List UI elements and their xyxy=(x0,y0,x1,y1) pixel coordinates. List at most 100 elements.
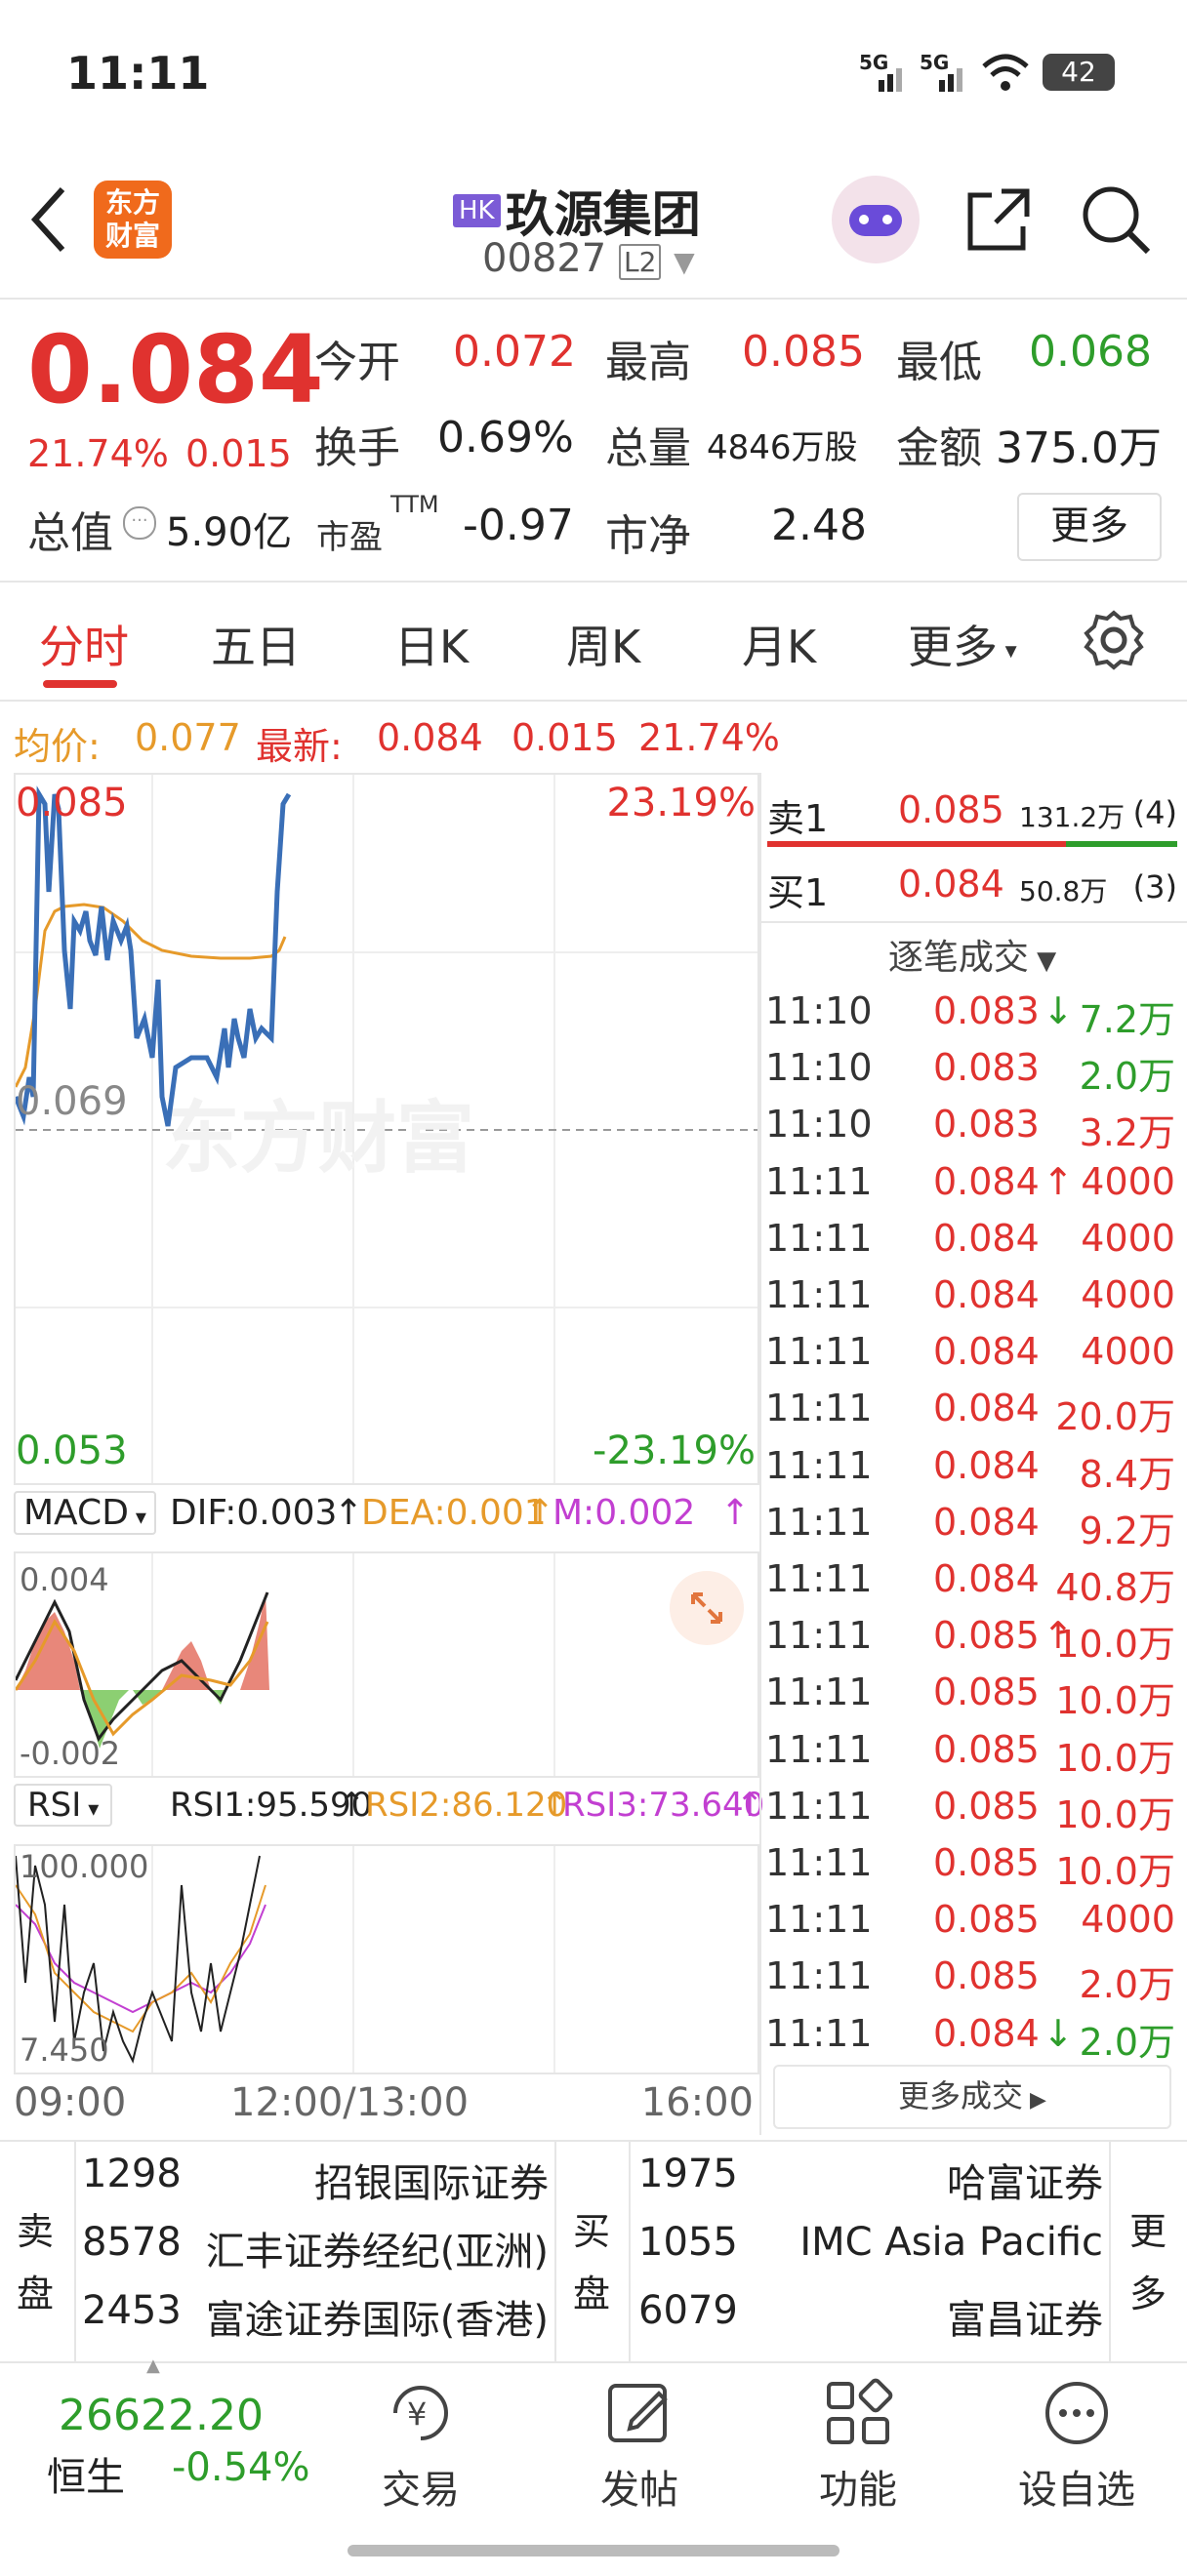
tick-time: 11:11 xyxy=(765,1443,873,1487)
rsi-chart[interactable]: 100.000 7.450 xyxy=(14,1844,759,2074)
tick-price: 0.083 xyxy=(933,989,1040,1032)
status-time: 11:11 xyxy=(66,47,210,100)
tick-time: 11:11 xyxy=(765,1500,873,1544)
broker-name[interactable]: IMC Asia Pacific xyxy=(799,2220,1103,2265)
signal-icon: 5G xyxy=(920,51,968,96)
tick-row: 11:11 0.084 4000 xyxy=(765,1268,1175,1324)
amount-label: 金额 xyxy=(896,423,982,473)
nav-add-watchlist[interactable]: 设自选 xyxy=(1003,2376,1150,2515)
macd-m: M:0.002 xyxy=(553,1493,696,1533)
bid-1-row: 买1 0.084 50.8万 (3) xyxy=(767,855,1177,919)
tick-volume: 7.2万 xyxy=(1079,998,1175,1041)
x-label-close: 16:00 xyxy=(640,2080,754,2125)
volume-value: 4846万股 xyxy=(707,428,858,467)
rsi-selector[interactable]: RSI ▾ xyxy=(14,1784,113,1827)
ticks-title[interactable]: 逐笔成交 ▼ xyxy=(767,929,1177,978)
tick-price: 0.084 xyxy=(933,1387,1040,1430)
tick-price: 0.083 xyxy=(933,1103,1040,1147)
tick-volume: 3.2万 xyxy=(1079,1111,1175,1155)
tick-row: 11:11 0.084 40.8万 xyxy=(765,1551,1175,1609)
pb-label: 市净 xyxy=(605,511,691,561)
chart-pct-min: -23.19% xyxy=(593,1429,756,1473)
divider xyxy=(761,921,1187,923)
expand-icon[interactable] xyxy=(668,1569,746,1647)
tab-day-k[interactable]: 日K xyxy=(394,612,469,676)
bid-volume: 50.8万 xyxy=(1019,875,1108,907)
arrow-up-icon: ↑ xyxy=(334,1493,364,1533)
nav-trade[interactable]: ¥ 交易 xyxy=(348,2376,494,2515)
tick-price: 0.084 xyxy=(933,1500,1040,1544)
rsi-y-min: 7.450 xyxy=(20,2032,109,2069)
search-icon[interactable] xyxy=(1080,183,1154,258)
caret-up-icon: ▲ xyxy=(146,2355,160,2376)
tick-volume: 4000 xyxy=(1081,1898,1175,1942)
info-icon[interactable]: ··· xyxy=(123,506,156,540)
index-name: 恒生 xyxy=(47,2455,125,2500)
nav-post[interactable]: 发帖 xyxy=(566,2376,713,2515)
trade-yen-icon: ¥ xyxy=(393,2386,448,2440)
macd-selector[interactable]: MACD ▾ xyxy=(14,1491,156,1535)
volume-label: 总量 xyxy=(605,423,691,473)
tab-week-k[interactable]: 周K xyxy=(566,612,640,676)
broker-name[interactable]: 富昌证券 xyxy=(947,2288,1103,2345)
more-button[interactable]: 更多 xyxy=(1017,493,1162,561)
nav-functions[interactable]: 功能 xyxy=(785,2376,931,2515)
tick-time: 11:11 xyxy=(765,1273,873,1316)
share-icon[interactable] xyxy=(962,183,1035,256)
broker-more-button[interactable]: 更多 xyxy=(1128,2200,1167,2325)
bid-count: (3) xyxy=(1132,868,1177,906)
open-value: 0.072 xyxy=(453,327,576,377)
tick-volume: 10.0万 xyxy=(1055,1850,1175,1893)
chevron-left-icon[interactable] xyxy=(27,185,70,254)
tick-time: 11:11 xyxy=(765,1159,873,1203)
broker-name[interactable]: 招银国际证券 xyxy=(314,2152,549,2208)
x-label-break: 12:00/13:00 xyxy=(230,2080,470,2125)
chart-y-prevclose: 0.069 xyxy=(16,1079,128,1124)
tab-month-k[interactable]: 月K xyxy=(742,612,816,676)
tick-volume: 2.0万 xyxy=(1079,2020,1175,2064)
current-price: 0.084 xyxy=(27,315,324,424)
tick-time: 11:11 xyxy=(765,1557,873,1600)
tick-time: 11:11 xyxy=(765,1841,873,1884)
tick-volume: 10.0万 xyxy=(1055,1736,1175,1780)
tick-row: 11:11 0.084 9.2万 xyxy=(765,1495,1175,1552)
tick-volume: 20.0万 xyxy=(1055,1395,1175,1439)
tab-five-day[interactable]: 五日 xyxy=(211,612,301,676)
broker-name[interactable]: 哈富证券 xyxy=(947,2152,1103,2208)
turnover-value: 0.69% xyxy=(437,413,574,463)
stock-title: HK 玖源集团 xyxy=(453,176,701,243)
tick-price: 0.084 xyxy=(933,1216,1040,1260)
quote-panel: 0.084 21.74% 0.015 总值 ··· 5.90亿 今开 0.072… xyxy=(0,298,1187,583)
tick-volume: 10.0万 xyxy=(1055,1623,1175,1667)
tick-volume: 9.2万 xyxy=(1079,1509,1175,1552)
latest-label: 最新: xyxy=(256,725,343,768)
robot-avatar[interactable] xyxy=(832,176,920,263)
tick-price: 0.083 xyxy=(933,1046,1040,1090)
tab-intraday[interactable]: 分时 xyxy=(39,612,129,676)
broker-name[interactable]: 汇丰证券经纪(亚洲) xyxy=(206,2220,549,2276)
broker-name[interactable]: 富途证券国际(香港) xyxy=(206,2288,549,2345)
tick-price: 0.085 xyxy=(933,1784,1040,1828)
tick-price: 0.084 xyxy=(933,1443,1040,1487)
macd-y-max: 0.004 xyxy=(20,1561,109,1598)
tick-price: 0.084 xyxy=(933,1330,1040,1374)
market-badge: HK xyxy=(453,194,501,227)
tick-volume: 10.0万 xyxy=(1055,1679,1175,1723)
settings-gear-icon[interactable] xyxy=(1082,608,1146,672)
broker-code: 6079 xyxy=(638,2288,738,2333)
index-value: 26622.20 xyxy=(59,2391,264,2440)
macd-chart[interactable]: 0.004 -0.002 xyxy=(14,1551,759,1778)
tab-more[interactable]: 更多 ▾ xyxy=(908,612,1017,676)
avg-label: 均价: xyxy=(14,725,101,768)
tick-row: 11:11 0.085 10.0万 xyxy=(765,1835,1175,1893)
more-ticks-button[interactable]: 更多成交 ▶ xyxy=(773,2065,1171,2129)
tick-volume: 2.0万 xyxy=(1079,1963,1175,2007)
tick-row: 11:11 0.084 ↑ 4000 xyxy=(765,1154,1175,1211)
tick-price: 0.084 xyxy=(933,2011,1040,2055)
app-logo: 东方 财富 xyxy=(94,181,172,259)
tick-price: 0.085 xyxy=(933,1727,1040,1771)
stock-code-row[interactable]: 00827 L2 ▼ xyxy=(482,236,695,281)
index-ticker[interactable]: ▲ 26622.20 恒生 -0.54% xyxy=(29,2355,322,2508)
ask-label: 卖1 xyxy=(767,797,829,840)
intraday-chart[interactable]: 东方财富 0.085 0.069 0.053 23.19% -23.19% xyxy=(14,773,759,1485)
